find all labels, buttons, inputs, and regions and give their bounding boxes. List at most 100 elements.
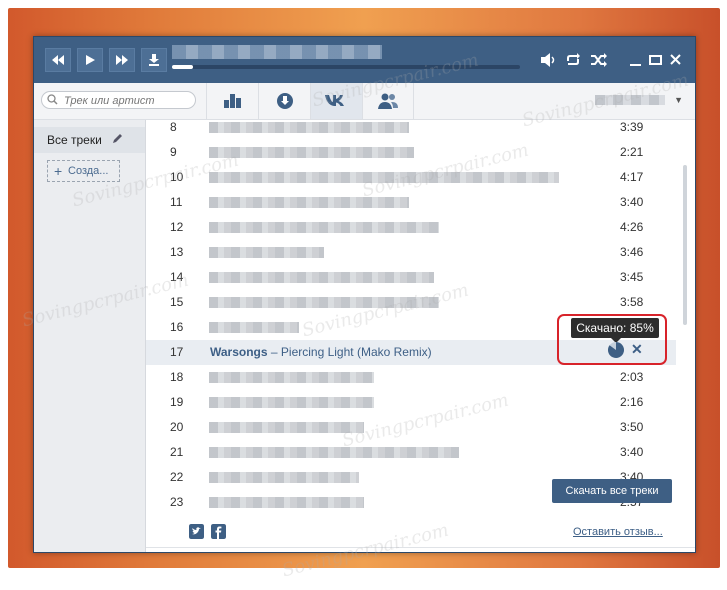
track-duration: 3:46 — [620, 245, 644, 259]
facebook-icon[interactable] — [211, 524, 226, 539]
volume-icon[interactable] — [539, 51, 559, 69]
track-number: 9 — [170, 145, 177, 159]
tab-popular[interactable] — [206, 83, 258, 119]
track-name-blurred[interactable] — [209, 197, 409, 208]
track-name-blurred[interactable] — [209, 122, 409, 133]
leave-feedback-link[interactable]: Оставить отзыв... — [573, 526, 663, 538]
download-progress-tooltip: Скачано: 85% — [571, 318, 659, 343]
track-duration: 2:16 — [620, 395, 644, 409]
bar-chart-icon — [223, 94, 241, 108]
track-number: 22 — [170, 470, 184, 484]
cancel-download-button[interactable]: ✕ — [631, 341, 643, 358]
track-row[interactable]: 11 3:40 — [146, 190, 676, 215]
playback-progress[interactable] — [172, 65, 520, 69]
track-duration: 2:03 — [620, 370, 644, 384]
track-name-blurred[interactable] — [209, 322, 299, 333]
track-number: 14 — [170, 270, 184, 284]
track-number: 23 — [170, 495, 184, 509]
track-row[interactable]: 15 3:58 — [146, 290, 676, 315]
vk-logo-icon — [324, 95, 344, 106]
rewind-button[interactable] — [45, 48, 71, 72]
track-name-blurred[interactable] — [209, 497, 364, 508]
download-progress-icon — [608, 342, 625, 358]
download-all-button[interactable]: Скачать все треки — [552, 479, 672, 503]
track-number: 8 — [170, 120, 177, 134]
search-icon — [47, 94, 58, 105]
track-number: 11 — [170, 195, 183, 209]
track-duration: 4:17 — [620, 170, 644, 184]
track-number: 13 — [170, 245, 184, 259]
track-number: 20 — [170, 420, 184, 434]
fast-forward-icon — [116, 55, 128, 65]
download-circle-icon — [276, 93, 293, 109]
track-name-blurred[interactable] — [209, 447, 459, 458]
track-name[interactable]: Warsongs – Piercing Light (Mako Remix) — [210, 345, 432, 359]
track-row[interactable]: 13 3:46 — [146, 240, 676, 265]
track-number: 18 — [170, 370, 184, 384]
track-row[interactable]: 12 4:26 — [146, 215, 676, 240]
track-name-blurred[interactable] — [209, 472, 359, 483]
maximize-icon[interactable] — [646, 51, 666, 69]
track-number: 12 — [170, 220, 184, 234]
track-number: 16 — [170, 320, 184, 334]
sidebar-item-all-tracks[interactable]: Все треки — [34, 127, 145, 153]
track-artist: Warsongs — [210, 345, 268, 359]
plus-icon: + — [54, 163, 63, 179]
tab-downloads[interactable] — [258, 83, 310, 119]
close-icon[interactable] — [666, 51, 686, 69]
track-duration: 3:40 — [620, 445, 644, 459]
friends-icon — [378, 93, 398, 109]
track-row[interactable]: 14 3:45 — [146, 265, 676, 290]
download-track-button[interactable] — [141, 48, 167, 72]
play-button[interactable] — [77, 48, 103, 72]
player-bar — [34, 37, 695, 83]
fast-forward-button[interactable] — [109, 48, 135, 72]
twitter-icon[interactable] — [189, 524, 204, 539]
track-row[interactable]: 8 3:39 — [146, 115, 676, 140]
track-row[interactable]: 10 4:17 — [146, 165, 676, 190]
track-duration: 3:50 — [620, 420, 644, 434]
repeat-icon[interactable] — [564, 51, 584, 69]
track-name-blurred[interactable] — [209, 297, 439, 308]
track-name-blurred[interactable] — [209, 247, 324, 258]
track-duration: 3:58 — [620, 295, 644, 309]
chevron-down-icon[interactable]: ▼ — [674, 95, 683, 105]
play-icon — [86, 55, 95, 65]
track-duration: 3:45 — [620, 270, 644, 284]
account-name-blurred[interactable] — [595, 95, 665, 105]
track-name-blurred[interactable] — [209, 272, 434, 283]
create-playlist-button[interactable]: + Созда... — [47, 160, 120, 182]
track-row[interactable]: 18 2:03 — [146, 365, 676, 390]
track-row[interactable]: 9 2:21 — [146, 140, 676, 165]
search-input[interactable] — [62, 93, 194, 109]
track-name-blurred[interactable] — [209, 372, 374, 383]
track-name-blurred[interactable] — [209, 397, 374, 408]
track-duration: 2:21 — [620, 145, 644, 159]
track-number: 21 — [170, 445, 184, 459]
scrollbar[interactable] — [683, 165, 687, 325]
playback-progress-fill — [172, 65, 193, 69]
track-title: Piercing Light (Mako Remix) — [280, 345, 432, 359]
track-duration: 3:40 — [620, 195, 644, 209]
sidebar-item-label: Все треки — [47, 133, 102, 147]
track-list: 8 3:39 9 2:21 10 4:17 11 3:40 12 4:26 13 3:46 14 3:45… — [146, 115, 676, 510]
search-box[interactable] — [41, 91, 196, 109]
track-row[interactable]: 20 3:50 — [146, 415, 676, 440]
track-row[interactable]: 19 2:16 — [146, 390, 676, 415]
sidebar: Все треки + Созда... — [34, 120, 146, 552]
download-icon — [149, 54, 159, 66]
minimize-icon[interactable] — [626, 51, 646, 69]
tab-friends[interactable] — [362, 83, 414, 119]
track-name-blurred[interactable] — [209, 172, 559, 183]
tab-vk[interactable] — [310, 83, 362, 119]
create-playlist-label: Созда... — [68, 165, 109, 177]
shuffle-icon[interactable] — [589, 51, 609, 69]
track-name-blurred[interactable] — [209, 422, 364, 433]
track-name-blurred[interactable] — [209, 222, 439, 233]
track-duration: 4:26 — [620, 220, 644, 234]
track-name-blurred[interactable] — [209, 147, 414, 158]
track-row[interactable]: 21 3:40 — [146, 440, 676, 465]
now-playing-title-blurred — [172, 45, 382, 59]
track-number: 10 — [170, 170, 184, 184]
pencil-icon[interactable] — [112, 133, 123, 144]
